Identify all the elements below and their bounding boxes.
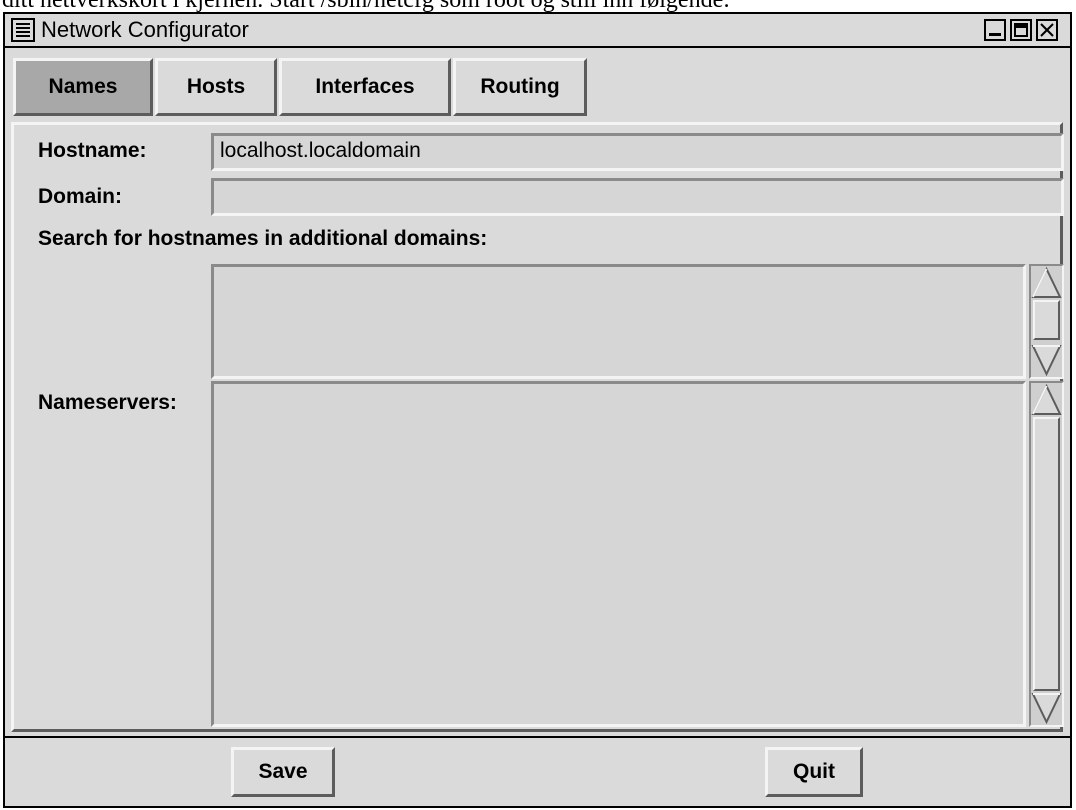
quit-button[interactable]: Quit xyxy=(765,747,863,797)
domain-label: Domain: xyxy=(38,185,122,208)
maximize-icon xyxy=(1014,23,1028,37)
title-bar[interactable]: Network Configurator xyxy=(5,14,1070,48)
domain-field[interactable] xyxy=(211,178,1064,216)
button-bar-divider xyxy=(5,736,1070,738)
minimize-button[interactable] xyxy=(984,19,1006,41)
search-domains-label: Search for hostnames in additional domai… xyxy=(38,227,488,250)
tab-routing[interactable]: Routing xyxy=(453,58,587,116)
tab-bar: Names Hosts Interfaces Routing xyxy=(5,48,1070,120)
tab-hosts[interactable]: Hosts xyxy=(155,58,277,116)
nameservers-list[interactable] xyxy=(211,381,1026,727)
close-button[interactable] xyxy=(1036,19,1058,41)
scroll-up-arrow-icon[interactable] xyxy=(1031,383,1062,417)
scroll-up-arrow-icon[interactable] xyxy=(1031,266,1062,300)
tab-names[interactable]: Names xyxy=(13,58,153,116)
close-icon xyxy=(1040,23,1054,37)
nameservers-scrollbar[interactable] xyxy=(1029,381,1064,727)
nameservers-label: Nameservers: xyxy=(38,391,177,414)
minimize-icon xyxy=(989,33,1001,36)
background-document-text: ditt nettverkskort i kjernen. Start /sbi… xyxy=(2,0,1072,12)
names-panel: Hostname: localhost.localdomain Domain: … xyxy=(11,122,1064,732)
hostname-label: Hostname: xyxy=(38,139,147,162)
maximize-button[interactable] xyxy=(1010,19,1032,41)
window-menu-icon[interactable] xyxy=(11,18,35,42)
window-title: Network Configurator xyxy=(41,17,249,42)
hostname-field[interactable]: localhost.localdomain xyxy=(211,133,1064,171)
scroll-down-arrow-icon[interactable] xyxy=(1031,343,1062,377)
save-button[interactable]: Save xyxy=(231,747,335,797)
tab-interfaces[interactable]: Interfaces xyxy=(279,58,451,116)
search-domains-list[interactable] xyxy=(211,264,1026,379)
scroll-down-arrow-icon[interactable] xyxy=(1031,691,1062,725)
scroll-thumb[interactable] xyxy=(1033,417,1060,691)
network-configurator-window: Network Configurator Names Hosts Interfa… xyxy=(3,12,1072,808)
search-domains-scrollbar[interactable] xyxy=(1029,264,1064,379)
scroll-thumb[interactable] xyxy=(1033,300,1060,340)
